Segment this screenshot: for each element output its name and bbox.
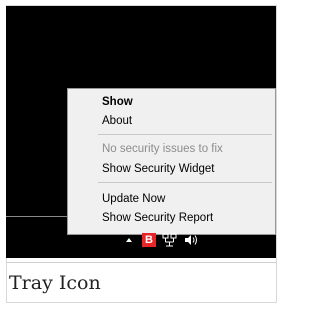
menu-separator	[98, 182, 272, 183]
caption-divider	[6, 262, 276, 263]
menu-item-security-status: No security issues to fix	[102, 143, 223, 155]
menu-item-show-security-widget[interactable]: Show Security Widget	[102, 160, 215, 178]
show-hidden-icons-arrow-icon[interactable]	[126, 238, 132, 242]
menu-item-show-security-report[interactable]: Show Security Report	[102, 209, 213, 227]
network-icon[interactable]	[162, 233, 178, 247]
system-tray: B	[120, 232, 240, 250]
menu-item-update-now[interactable]: Update Now	[102, 190, 165, 208]
desktop-screenshot: Show About No security issues to fix Sho…	[6, 6, 276, 258]
figure-caption: Tray Icon	[9, 272, 101, 294]
menu-separator	[98, 134, 272, 135]
menu-item-show[interactable]: Show	[102, 93, 133, 111]
menu-item-about[interactable]: About	[102, 112, 132, 130]
tray-context-menu: Show About No security issues to fix Sho…	[67, 88, 276, 235]
volume-icon[interactable]	[183, 233, 199, 247]
security-app-icon[interactable]: B	[142, 233, 156, 247]
